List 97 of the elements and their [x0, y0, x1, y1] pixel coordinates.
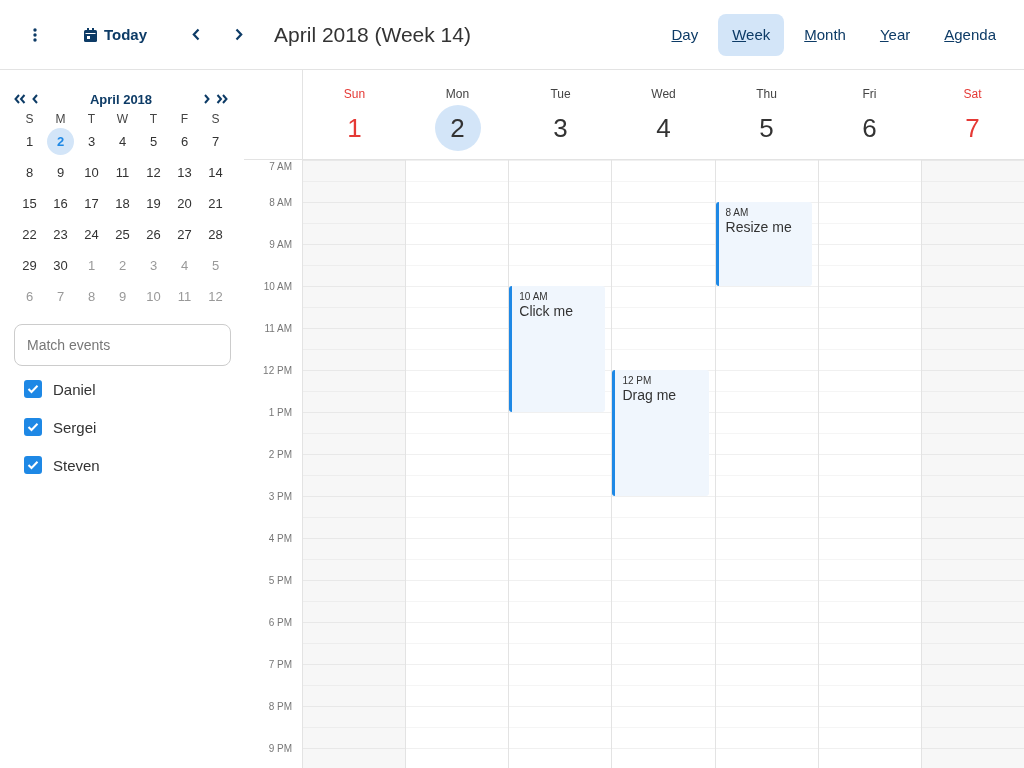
hour-label: 9 AM [269, 238, 292, 250]
date-cell[interactable]: 6 [171, 128, 198, 155]
today-button[interactable]: Today [82, 20, 150, 49]
hour-label: 8 PM [268, 700, 292, 712]
date-cell[interactable]: 24 [78, 221, 105, 248]
next-year-icon[interactable] [216, 94, 228, 104]
day-number[interactable]: 5 [743, 105, 790, 151]
hour-label: 7 PM [268, 658, 292, 670]
hour-label: 1 PM [268, 406, 292, 418]
date-cell[interactable]: 26 [140, 221, 167, 248]
checkbox[interactable] [24, 456, 42, 474]
day-number[interactable]: 7 [949, 105, 996, 151]
weekday-label: S [210, 111, 221, 128]
date-cell[interactable]: 20 [171, 190, 198, 217]
date-cell[interactable]: 13 [171, 159, 198, 186]
day-number[interactable]: 3 [537, 105, 584, 151]
date-cell[interactable]: 14 [202, 159, 229, 186]
check-icon [27, 384, 39, 394]
event-card[interactable]: 8 AM Resize me [715, 202, 812, 286]
previous-year-icon[interactable] [14, 94, 26, 104]
event-card[interactable]: 10 AM Click me [509, 286, 606, 412]
event-card[interactable]: 12 PM Drag me [612, 370, 709, 496]
date-cell[interactable]: 11 [109, 159, 136, 186]
date-cell[interactable]: 22 [16, 221, 43, 248]
date-cell[interactable]: 1 [16, 128, 43, 155]
hour-label: 11 AM [264, 322, 292, 334]
view-tab[interactable]: Month [790, 13, 860, 56]
date-cell[interactable]: 7 [202, 128, 229, 155]
search-field[interactable]: Match events [14, 324, 231, 366]
date-cell[interactable]: 5 [140, 128, 167, 155]
date-cell[interactable]: 4 [109, 128, 136, 155]
date-cell[interactable]: 16 [47, 190, 74, 217]
date-cell[interactable]: 10 [78, 159, 105, 186]
date-cell[interactable]: 27 [171, 221, 198, 248]
date-cell[interactable]: 23 [47, 221, 74, 248]
weekday-label: W [115, 111, 130, 128]
weekday-name: Sun [343, 87, 366, 101]
view-tab[interactable]: Week [718, 13, 785, 56]
hour-label: 2 PM [268, 448, 292, 460]
weekday-name: Fri [862, 87, 877, 101]
check-icon [27, 422, 39, 432]
weekday-label: F [179, 111, 190, 128]
weekday-name: Sat [963, 87, 982, 101]
weekday-name: Wed [651, 87, 676, 101]
checkbox[interactable] [24, 418, 42, 436]
weekday-name: Thu [756, 87, 777, 101]
weekday-name: Mon [445, 87, 470, 101]
date-cell[interactable]: 18 [109, 190, 136, 217]
calendar-icon [84, 27, 97, 42]
day-number[interactable]: 6 [846, 105, 893, 151]
hour-label: 9 PM [268, 742, 292, 754]
person-label: Daniel [53, 380, 96, 398]
date-cell[interactable]: 29 [16, 252, 43, 279]
hour-label: 8 AM [269, 196, 292, 208]
date-cell[interactable]: 9 [47, 159, 74, 186]
weekday-name: Tue [550, 87, 571, 101]
view-tab[interactable]: Day [657, 13, 713, 56]
event-time: 10 AM [519, 291, 548, 302]
month-title: April 2018 [89, 91, 153, 107]
day-number[interactable]: 4 [640, 105, 687, 151]
date-cell[interactable]: 12 [140, 159, 167, 186]
date-cell[interactable]: 15 [16, 190, 43, 217]
date-cell[interactable]: 8 [16, 159, 43, 186]
event-time: 8 AM [725, 207, 749, 218]
calendar-title: April 2018 (Week 14) [274, 22, 471, 47]
weekday-label: T [148, 111, 159, 128]
hour-label: 7 AM [269, 161, 292, 172]
date-cell[interactable]: 25 [109, 221, 136, 248]
date-cell[interactable]: 3 [78, 128, 105, 155]
date-cell[interactable]: 17 [78, 190, 105, 217]
check-icon [27, 460, 39, 470]
event-title: Click me [519, 303, 573, 319]
event-title: Resize me [725, 219, 792, 235]
date-cell[interactable]: 19 [140, 190, 167, 217]
date-cell[interactable]: 21 [202, 190, 229, 217]
person-label: Steven [53, 456, 100, 474]
date-cell[interactable]: 30 [47, 252, 74, 279]
day-number[interactable]: 2 [434, 105, 481, 151]
next-month-icon[interactable] [204, 94, 210, 104]
hour-label: 6 PM [268, 616, 292, 628]
weekday-label: M [54, 111, 67, 128]
hour-label: 10 AM [263, 280, 292, 292]
view-tab[interactable]: Agenda [930, 13, 1010, 56]
checkbox[interactable] [24, 380, 42, 398]
event-time: 12 PM [622, 375, 652, 386]
hour-label: 4 PM [268, 532, 292, 544]
view-tab[interactable]: Year [865, 13, 925, 56]
hour-label: 12 PM [263, 364, 292, 376]
date-cell[interactable]: 28 [202, 221, 229, 248]
day-number[interactable]: 1 [331, 105, 378, 151]
event-title: Drag me [622, 387, 677, 403]
weekday-label: T [86, 111, 97, 128]
hour-label: 5 PM [268, 574, 292, 586]
weekday-label: S [24, 111, 35, 128]
hour-label: 3 PM [268, 490, 292, 502]
previous-month-icon[interactable] [32, 94, 38, 104]
person-label: Sergei [53, 418, 97, 436]
